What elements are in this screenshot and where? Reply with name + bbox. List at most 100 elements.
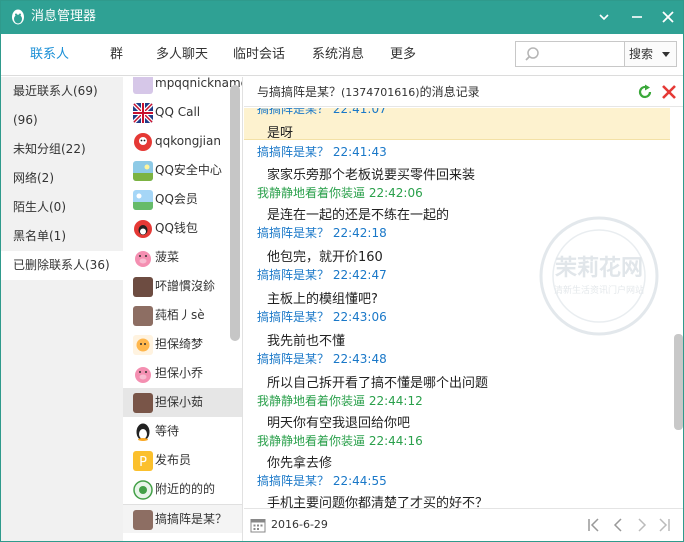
contact-name: 担保小茹 [155,395,204,409]
contact-item[interactable]: mpqqnickname [123,77,242,98]
message-sender: 搞搞阵是某？ 22:42:47 [257,268,387,282]
search-input[interactable] [515,41,625,67]
history-footer: 2016-6-29 [244,508,683,541]
chevron-down-icon [662,52,670,57]
minimize-button[interactable] [593,7,615,27]
group-strangers[interactable]: 陌生人(0) [1,193,123,222]
qzone-avatar-icon [134,133,152,151]
close-button[interactable] [657,7,679,27]
group-network[interactable]: 网络(2) [1,164,123,193]
tab-more[interactable]: 更多 [390,34,416,76]
message-text: 手机主要问题你都清楚了才买的好不？ [267,496,489,508]
group-unnamed[interactable]: (96) [1,106,123,135]
contact-item[interactable]: 担保绮梦 [123,330,242,359]
group-unknown[interactable]: 未知分组(22) [1,135,123,164]
uk-flag-avatar-icon [133,103,153,123]
cartoon-avatar-icon [133,335,153,355]
contact-name: 附近的的的 [155,482,216,496]
contact-item[interactable]: QQ会员 [123,185,242,214]
tab-multi-chat[interactable]: 多人聊天 [156,34,208,76]
message-text: 主板上的模组懂吧? [267,292,378,307]
tab-temp-session[interactable]: 临时会话 [233,34,285,76]
contact-name: 担保绮梦 [155,337,204,351]
delete-icon[interactable] [661,84,677,100]
message-text: 是连在一起的还是不练在一起的 [267,208,450,223]
contact-item[interactable]: qqkongjian [123,127,242,156]
chat-record-title: 与搞搞阵是某？(1374701616)的消息记录 [257,77,480,108]
contact-name: 菠菜 [155,250,180,264]
contact-item[interactable]: 等待 [123,417,242,446]
contact-name: QQ安全中心 [155,163,222,177]
chat-title-suffix: 的消息记录 [419,85,480,99]
message-history[interactable]: 搞搞阵是某？ 22:41:07 是呀 搞搞阵是某？ 22:41:43 家家乐旁那… [244,108,670,508]
message-sender: 我静静地看着你装逼 22:44:12 [257,394,423,408]
message-scrollbar[interactable] [674,334,683,430]
tab-contacts[interactable]: 联系人 [30,34,69,76]
contact-name: 莼栢丿sè [155,308,205,322]
search-icon [525,47,539,61]
contact-name: 等待 [155,424,180,438]
calendar-icon[interactable] [250,517,266,533]
contact-qq-number: (1374701616) [341,86,420,99]
contact-item[interactable]: 莼栢丿sè [123,301,242,330]
yellow-avatar-icon: P [133,451,153,471]
photo-avatar-icon [133,510,153,530]
window-title: 消息管理器 [31,9,97,24]
message-sender: 我静静地看着你装逼 22:44:16 [257,434,423,448]
contact-name: qqkongjian [155,134,221,148]
contact-name: QQ Call [155,105,201,119]
pig-avatar-icon [135,367,151,383]
message-sender: 我静静地看着你装逼 22:42:06 [257,186,423,200]
mp-avatar-icon [133,77,153,94]
nearby-avatar-icon [133,480,153,500]
minus-icon [632,16,642,18]
tab-groups[interactable]: 群 [110,34,123,76]
message-scroll-track[interactable] [671,108,683,508]
message-sender: 搞搞阵是某？ 22:41:43 [257,145,387,159]
message-text: 家家乐旁那个老板说要买零件回来装 [267,168,476,183]
contact-item[interactable]: QQ Call [123,98,242,127]
contact-name: 吥譄慣沒鉩 [155,279,216,293]
search-button-label: 搜索 [629,47,654,61]
contact-list: mpqqnickname QQ Call qqkongjian QQ安全中心 Q… [123,77,243,541]
pig-avatar-icon [135,251,151,267]
message-sender: 搞搞阵是某？ 22:41:07 [257,108,387,116]
photo-avatar-icon [133,393,153,413]
message-text: 明天你有空我退回给你吧 [267,416,411,431]
contact-name: 搞搞阵是某？ [155,512,228,526]
group-deleted-contacts[interactable]: 已删除联系人(36) [1,251,123,280]
message-text: 所以自己拆开看了搞不懂是哪个出问题 [267,376,489,391]
next-page-icon[interactable] [632,515,652,535]
contact-item[interactable]: 附近的的的 [123,475,242,504]
chat-title-prefix: 与搞搞阵是某？ [257,85,342,99]
contact-item[interactable]: 菠菜 [123,243,242,272]
tab-system-messages[interactable]: 系统消息 [312,34,364,76]
prev-page-icon[interactable] [608,515,628,535]
last-page-icon[interactable] [654,515,674,535]
contact-item[interactable]: 搞搞阵是某？ [123,504,242,533]
message-sender: 搞搞阵是某？ 22:42:18 [257,226,387,240]
contact-item[interactable]: 吥譄慣沒鉩 [123,272,242,301]
title-bar[interactable]: 消息管理器 [1,1,683,34]
message-text: 我先前也不懂 [267,334,346,349]
category-nav: 联系人 群 多人聊天 临时会话 系统消息 更多 搜索 [1,34,683,76]
contact-item[interactable]: QQ安全中心 [123,156,242,185]
contact-item[interactable]: 担保小茹 [123,388,242,417]
contact-item[interactable]: QQ钱包 [123,214,242,243]
group-blacklist[interactable]: 黑名单(1) [1,222,123,251]
group-recent-contacts[interactable]: 最近联系人(69) [1,77,123,106]
message-manager-window: 消息管理器 联系人 群 多人聊天 临时会话 系统消息 更多 搜索 最近联系人(6… [0,0,684,542]
refresh-icon[interactable] [637,84,653,100]
message-sender: 搞搞阵是某？ 22:44:55 [257,474,387,488]
contact-name: 担保小乔 [155,366,204,380]
contact-list-scrollbar[interactable] [230,85,240,341]
contact-name: QQ会员 [155,192,198,206]
search-scope-dropdown[interactable]: 搜索 [625,41,677,67]
message-text: 你先拿去修 [267,456,333,471]
contact-item[interactable]: 担保小乔 [123,359,242,388]
first-page-icon[interactable] [584,515,604,535]
history-date[interactable]: 2016-6-29 [271,509,328,541]
minimize-window-button[interactable] [626,7,648,27]
message-sender: 搞搞阵是某？ 22:43:06 [257,310,387,324]
contact-item[interactable]: P 发布员 [123,446,242,475]
